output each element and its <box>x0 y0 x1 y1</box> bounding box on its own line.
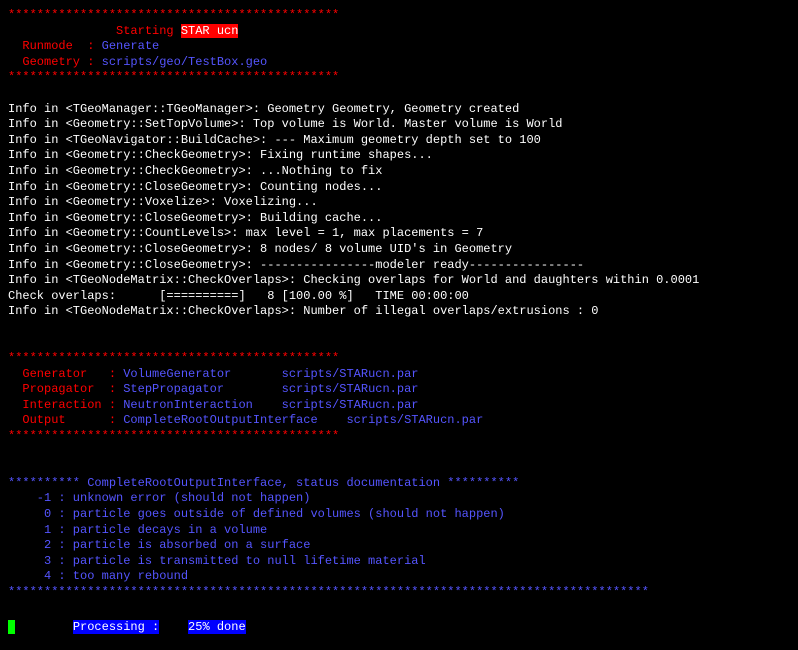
info-line: Info in <Geometry::CountLevels>: max lev… <box>8 226 790 242</box>
runmode-label: Runmode : <box>8 39 102 53</box>
interaction-value: NeutronInteraction <box>123 398 253 412</box>
status-code: 1 : particle decays in a volume <box>8 523 267 537</box>
info-line: Info in <Geometry::CloseGeometry>: Build… <box>8 211 790 227</box>
interaction-label: Interaction : <box>8 398 123 412</box>
geometry-value: scripts/geo/TestBox.geo <box>102 55 268 69</box>
header-asterisks-bottom: ****************************************… <box>8 70 339 84</box>
output-path: scripts/STARucn.par <box>318 413 484 427</box>
info-line: Info in <Geometry::Voxelize>: Voxelizing… <box>8 195 790 211</box>
progress-padding <box>15 620 73 634</box>
output-value: CompleteRootOutputInterface <box>123 413 317 427</box>
info-line: Info in <Geometry::CloseGeometry>: 8 nod… <box>8 242 790 258</box>
propagator-path: scripts/STARucn.par <box>224 382 418 396</box>
config-asterisks-top: ****************************************… <box>8 351 339 365</box>
info-line: Info in <TGeoNodeMatrix::CheckOverlaps>:… <box>8 304 790 320</box>
status-code: 2 : particle is absorbed on a surface <box>8 538 310 552</box>
status-code: 3 : particle is transmitted to null life… <box>8 554 426 568</box>
output-label: Output : <box>8 413 123 427</box>
status-code: 4 : too many rebound <box>8 569 188 583</box>
info-line: Info in <Geometry::CheckGeometry>: ...No… <box>8 164 790 180</box>
starting-label: Starting <box>8 24 181 38</box>
long-asterisks: ****************************************… <box>8 585 649 599</box>
status-code: 0 : particle goes outside of defined vol… <box>8 507 505 521</box>
status-doc-header: ********** CompleteRootOutputInterface, … <box>8 476 519 490</box>
generator-path: scripts/STARucn.par <box>231 367 418 381</box>
info-line: Info in <Geometry::SetTopVolume>: Top vo… <box>8 117 790 133</box>
config-asterisks-bottom: ****************************************… <box>8 429 339 443</box>
generator-label: Generator : <box>8 367 123 381</box>
info-line: Info in <TGeoNavigator::BuildCache>: ---… <box>8 133 790 149</box>
propagator-label: Propagator : <box>8 382 123 396</box>
info-line: Info in <TGeoManager::TGeoManager>: Geom… <box>8 102 790 118</box>
info-line: Info in <TGeoNodeMatrix::CheckOverlaps>:… <box>8 273 790 289</box>
geometry-label: Geometry : <box>8 55 102 69</box>
info-line: Info in <Geometry::CloseGeometry>: Count… <box>8 180 790 196</box>
progress-percent: 25% done <box>188 620 246 634</box>
generator-value: VolumeGenerator <box>123 367 231 381</box>
processing-label: Processing : <box>73 620 159 634</box>
header-asterisks-top: ****************************************… <box>8 8 339 22</box>
progress-padding2 <box>159 620 188 634</box>
info-line: Info in <Geometry::CloseGeometry>: -----… <box>8 258 790 274</box>
info-line: Info in <Geometry::CheckGeometry>: Fixin… <box>8 148 790 164</box>
status-code: -1 : unknown error (should not happen) <box>8 491 310 505</box>
info-line: Check overlaps: [==========] 8 [100.00 %… <box>8 289 790 305</box>
interaction-path: scripts/STARucn.par <box>253 398 419 412</box>
star-ucn-badge: STAR ucn <box>181 24 239 38</box>
runmode-value: Generate <box>102 39 160 53</box>
propagator-value: StepPropagator <box>123 382 224 396</box>
